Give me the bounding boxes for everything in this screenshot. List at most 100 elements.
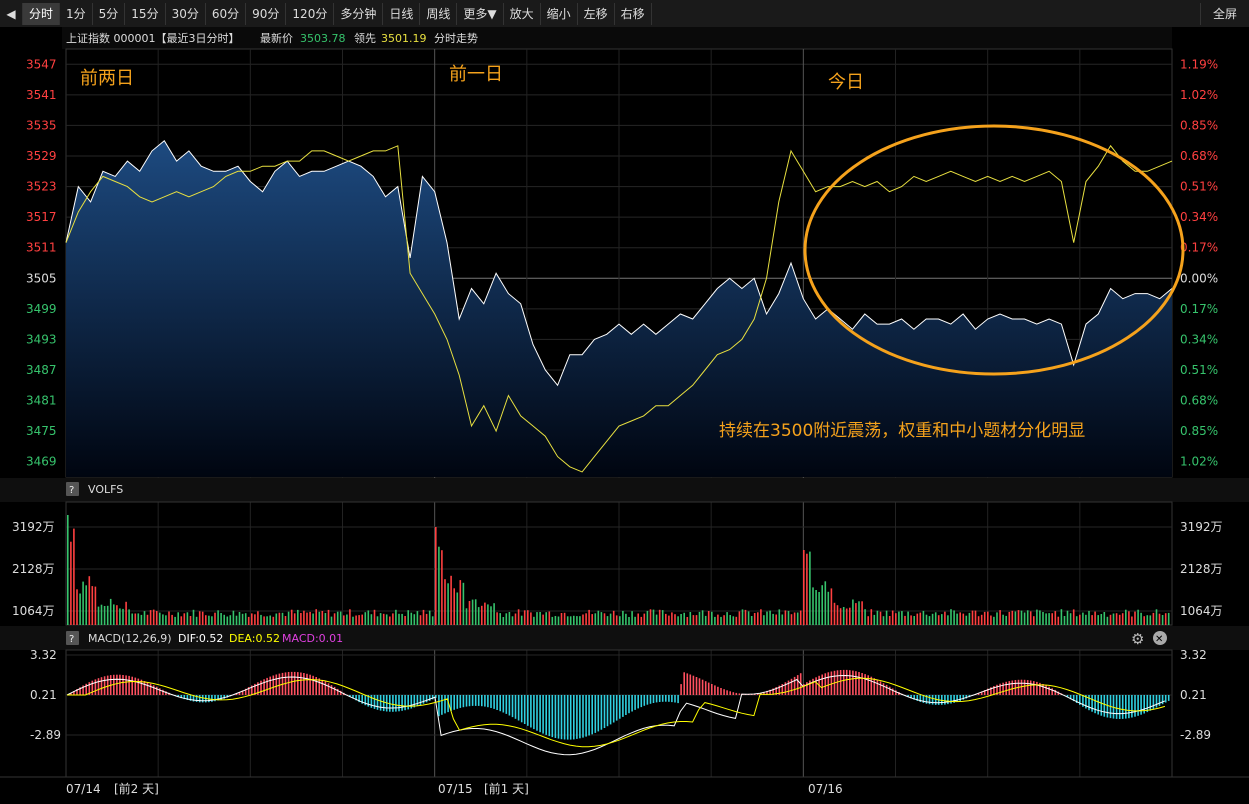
volume-bar [542, 614, 544, 625]
macd-bar [94, 679, 97, 695]
more-dropdown[interactable]: 更多▼ [457, 2, 504, 25]
volume-bar [827, 591, 830, 625]
volume-bar [511, 616, 514, 625]
volume-tick-right: 3192万 [1180, 520, 1223, 534]
zoom-out-button[interactable]: 缩小 [541, 2, 578, 25]
macd-bar [490, 695, 492, 708]
volume-bar [441, 550, 443, 625]
volume-bar [849, 607, 851, 625]
macd-bar [398, 695, 400, 712]
volume-title: VOLFS [88, 483, 123, 496]
macd-bar [146, 682, 149, 695]
volume-bar [1140, 612, 1142, 625]
volume-bar [735, 616, 738, 625]
annotation-day-minus-2: 前两日 [80, 68, 134, 89]
volume-bar [266, 616, 268, 625]
volume-bar [85, 585, 87, 625]
macd-bar [1164, 695, 1167, 703]
volume-bar [165, 615, 167, 625]
volume-bar [103, 606, 106, 625]
macd-bar [557, 695, 560, 739]
macd-bar [631, 695, 633, 712]
volume-bar [744, 609, 747, 625]
close-icon[interactable]: ✕ [1155, 634, 1163, 645]
macd-bar [327, 683, 330, 695]
macd-bar [643, 695, 646, 706]
macd-bar [704, 681, 707, 695]
macd-bar [661, 695, 664, 702]
fullscreen-button[interactable]: 全屏 [1199, 2, 1249, 25]
volume-bar [530, 612, 532, 625]
macd-bar [668, 695, 670, 702]
volume-bar [257, 611, 259, 625]
macd-bar [309, 674, 311, 695]
period-tab-5min[interactable]: 5分 [93, 2, 126, 25]
annotation-comment: 持续在3500附近震荡，权重和中小题材分化明显 [719, 421, 1085, 441]
macd-bar [735, 692, 738, 695]
volume-bar [582, 614, 584, 625]
volume-bar [1011, 610, 1014, 625]
volume-bar [490, 606, 492, 625]
volume-bar [842, 607, 845, 625]
volume-bar [615, 615, 618, 625]
volume-bar [858, 601, 860, 625]
volume-bar [79, 593, 81, 625]
volume-bar [186, 612, 189, 625]
pan-left-button[interactable]: 左移 [578, 2, 615, 25]
macd-bar [720, 688, 722, 695]
macd-bar [1088, 695, 1090, 711]
volume-bar [370, 614, 373, 625]
pan-right-button[interactable]: 右移 [615, 2, 652, 25]
period-tab-90min[interactable]: 90分 [246, 2, 287, 25]
macd-bar [511, 695, 514, 718]
volume-bar [1167, 612, 1170, 625]
macd-bar [1091, 695, 1093, 712]
volume-bar [815, 590, 817, 625]
period-tab-120min[interactable]: 120分 [286, 2, 335, 25]
period-tab-weekly[interactable]: 周线 [420, 2, 458, 25]
volume-bar [284, 616, 287, 625]
volume-bar [757, 612, 759, 625]
macd-bar [1118, 695, 1121, 719]
zoom-in-button[interactable]: 放大 [504, 2, 541, 25]
macd-bar [287, 672, 290, 695]
volume-bar [560, 613, 563, 625]
volume-bar [625, 613, 627, 625]
macd-bar [842, 669, 845, 695]
gear-icon[interactable]: ⚙ [1131, 630, 1144, 648]
macd-bar [652, 695, 655, 703]
period-tab-60min[interactable]: 60分 [206, 2, 247, 25]
macd-bar [1042, 684, 1044, 695]
period-tab-intraday[interactable]: 分时 [23, 2, 61, 25]
volume-bar [557, 616, 560, 625]
volume-bar [665, 613, 667, 625]
macd-bar [625, 695, 627, 715]
intraday-chart[interactable]: 上证指数 000001【最近3日分时】 最新价 3503.78 领先 3501.… [0, 27, 1249, 804]
period-tab-multi-min[interactable]: 多分钟 [334, 2, 384, 25]
volume-bar [361, 614, 363, 625]
period-tab-15min[interactable]: 15分 [125, 2, 166, 25]
macd-bar [683, 672, 685, 695]
volume-bar [983, 611, 986, 625]
volume-bar [346, 614, 348, 625]
macd-bar [882, 683, 885, 695]
macd-bar [119, 674, 121, 695]
volume-bar [343, 615, 345, 625]
volume-bar [821, 585, 823, 625]
macd-bar [569, 695, 572, 740]
macd-bar [1045, 685, 1047, 695]
volume-bar [1137, 609, 1139, 625]
volume-bar [140, 614, 143, 625]
back-icon[interactable]: ◀ [0, 2, 23, 25]
macd-bar [333, 686, 336, 695]
volume-bar [459, 580, 462, 625]
volume-bar [591, 614, 593, 625]
macd-value: MACD:0.01 [282, 632, 343, 645]
period-tab-30min[interactable]: 30分 [166, 2, 206, 25]
period-tab-daily[interactable]: 日线 [383, 2, 421, 25]
volume-bar [456, 592, 459, 625]
volume-bar [769, 610, 771, 625]
macd-bar [1103, 695, 1106, 717]
period-tab-1min[interactable]: 1分 [60, 2, 93, 25]
macd-bar [680, 684, 682, 695]
